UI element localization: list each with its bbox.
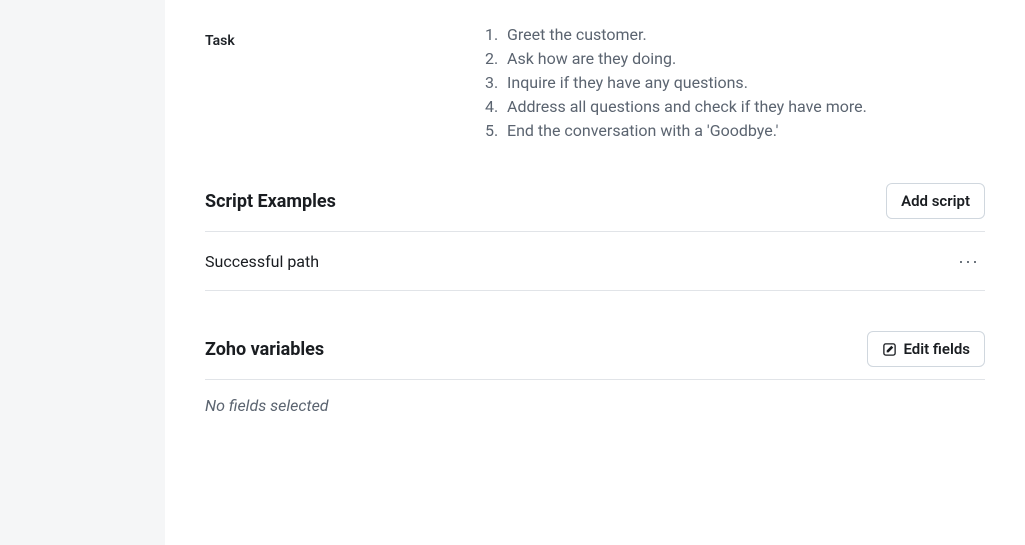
zoho-variables-header: Zoho variables Edit fields [205,331,985,380]
task-label: Task [205,0,485,49]
script-examples-header: Script Examples Add script [205,183,985,232]
add-script-button-label: Add script [901,192,970,210]
script-row[interactable]: Successful path ··· [205,232,985,291]
edit-fields-button-label: Edit fields [903,340,970,358]
sidebar-area [0,0,165,545]
script-examples-title: Script Examples [205,191,336,212]
task-list-item: Ask how are they doing. [485,47,985,71]
edit-fields-button[interactable]: Edit fields [867,331,985,367]
main-panel: Task of the month, don't mention the yea… [165,0,1025,545]
task-list-item: Greet the customer. [485,23,985,47]
script-examples-section: Script Examples Add script Successful pa… [205,183,985,291]
ellipsis-icon: ··· [958,251,979,271]
add-script-button[interactable]: Add script [886,183,985,219]
edit-icon [882,342,897,357]
zoho-variables-title: Zoho variables [205,339,324,360]
more-options-button[interactable]: ··· [952,248,985,274]
zoho-variables-section: Zoho variables Edit fields No fields sel… [205,331,985,415]
task-list: Greet the customer. Ask how are they doi… [485,0,985,143]
task-list-item: Address all questions and check if they … [485,95,985,119]
zoho-empty-state: No fields selected [205,380,985,415]
script-name: Successful path [205,252,319,271]
task-list-item: End the conversation with a 'Goodbye.' [485,119,985,143]
task-list-item: Inquire if they have any questions. [485,71,985,95]
task-content: of the month, don't mention the year. Gr… [485,0,985,143]
task-section: Task of the month, don't mention the yea… [205,0,985,143]
